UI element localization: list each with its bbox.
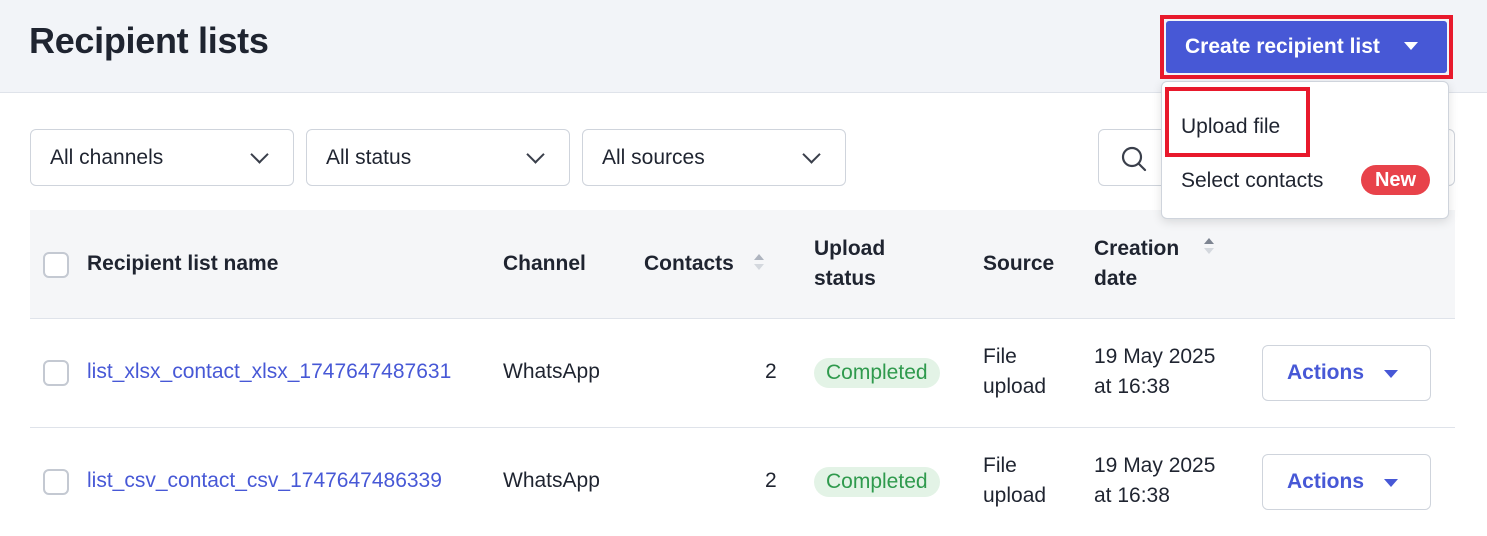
- list-name-link[interactable]: list_csv_contact_csv_1747647486339: [87, 466, 442, 496]
- date-line2: at 16:38: [1094, 484, 1170, 507]
- source-cell: File upload: [983, 451, 1046, 511]
- filter-sources-label: All sources: [602, 145, 705, 169]
- filter-status[interactable]: All status: [306, 129, 570, 186]
- date-line1: 19 May 2025: [1094, 454, 1216, 477]
- source-cell: File upload: [983, 342, 1046, 402]
- status-badge: Completed: [814, 467, 940, 497]
- column-name[interactable]: Recipient list name: [87, 249, 278, 279]
- column-channel: Channel: [503, 252, 586, 275]
- date-line2: at 16:38: [1094, 375, 1170, 398]
- actions-label: Actions: [1287, 361, 1365, 384]
- column-creation-date[interactable]: Creation date: [1094, 234, 1179, 294]
- actions-button[interactable]: Actions: [1262, 345, 1431, 401]
- filter-channels-label: All channels: [50, 145, 164, 169]
- menu-item-select-contacts[interactable]: Select contacts: [1181, 169, 1323, 193]
- column-upload-status: Upload status: [814, 234, 885, 294]
- actions-button[interactable]: Actions: [1262, 454, 1431, 510]
- column-upload-status-line1: Upload: [814, 237, 886, 260]
- source-line2: upload: [983, 375, 1047, 398]
- page-title: Recipient lists: [29, 20, 269, 61]
- contacts-cell: 2: [765, 469, 777, 492]
- new-badge: New: [1361, 165, 1430, 195]
- source-line2: upload: [983, 484, 1047, 507]
- caret-down-icon: [1384, 479, 1398, 487]
- contacts-cell: 2: [765, 360, 777, 383]
- filter-sources[interactable]: All sources: [582, 129, 846, 186]
- chevron-down-icon: [802, 145, 821, 164]
- column-contacts[interactable]: Contacts: [644, 249, 734, 279]
- channel-cell: WhatsApp: [503, 469, 600, 492]
- column-creation-date-line1: Creation: [1094, 237, 1180, 260]
- creation-date-cell: 19 May 2025 at 16:38: [1094, 342, 1215, 402]
- table-header: Recipient list name Channel Contacts Upl…: [30, 210, 1455, 319]
- source-line1: File: [983, 454, 1017, 477]
- actions-label: Actions: [1287, 470, 1365, 493]
- source-line1: File: [983, 345, 1017, 368]
- creation-date-cell: 19 May 2025 at 16:38: [1094, 451, 1215, 511]
- caret-down-icon: [1384, 370, 1398, 378]
- chevron-down-icon: [250, 145, 269, 164]
- sort-icon[interactable]: [754, 254, 764, 272]
- column-upload-status-line2: status: [814, 267, 876, 290]
- filter-channels[interactable]: All channels: [30, 129, 294, 186]
- table-row: list_xlsx_contact_xlsx_1747647487631 Wha…: [30, 319, 1455, 428]
- date-line1: 19 May 2025: [1094, 345, 1216, 368]
- caret-down-icon: [1404, 42, 1418, 50]
- create-recipient-list-button[interactable]: Create recipient list: [1166, 21, 1447, 73]
- chevron-down-icon: [526, 145, 545, 164]
- row-checkbox[interactable]: [43, 469, 69, 495]
- table-row: list_csv_contact_csv_1747647486339 Whats…: [30, 428, 1455, 536]
- row-checkbox[interactable]: [43, 360, 69, 386]
- select-all-checkbox[interactable]: [43, 252, 69, 278]
- search-icon: [1121, 146, 1147, 172]
- create-button-label: Create recipient list: [1185, 35, 1380, 58]
- channel-cell: WhatsApp: [503, 360, 600, 383]
- upload-file-highlight: [1165, 87, 1310, 157]
- sort-icon[interactable]: [1204, 238, 1214, 256]
- status-badge: Completed: [814, 358, 940, 388]
- column-creation-date-line2: date: [1094, 267, 1138, 290]
- column-source: Source: [983, 252, 1055, 275]
- list-name-link[interactable]: list_xlsx_contact_xlsx_1747647487631: [87, 357, 451, 387]
- filter-status-label: All status: [326, 145, 412, 169]
